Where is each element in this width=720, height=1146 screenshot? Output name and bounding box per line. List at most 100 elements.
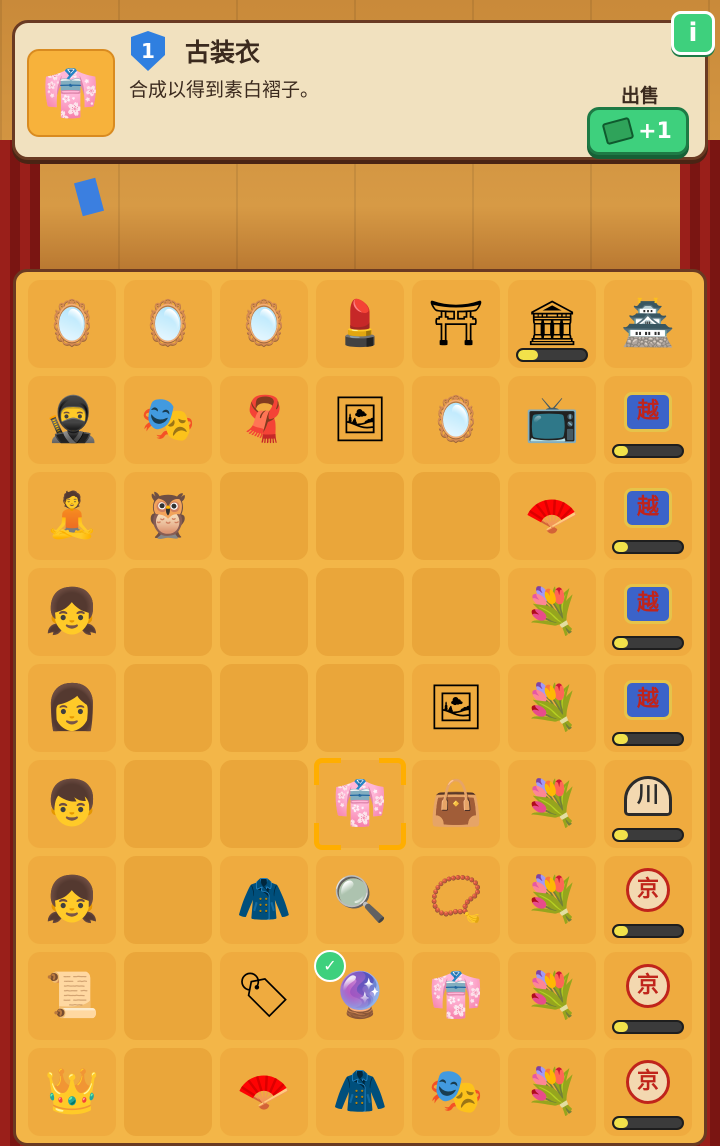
board-cell[interactable]: 🧥 xyxy=(316,1048,404,1136)
empty-board-cell[interactable] xyxy=(124,760,212,848)
board-cell[interactable]: 👘 xyxy=(314,758,406,850)
flower-vanity-mirror-icon: 💐 xyxy=(524,874,580,925)
board-cell[interactable]: 🦉 xyxy=(124,472,212,560)
empty-board-cell[interactable] xyxy=(412,472,500,560)
board-cell[interactable]: 📺 xyxy=(508,376,596,464)
jing-opera-sign-icon: 京 xyxy=(626,868,670,912)
robe-icon: 👘 xyxy=(42,65,100,120)
board-cell[interactable]: 🧥 xyxy=(220,856,308,944)
board-cell[interactable]: 🎭 xyxy=(124,376,212,464)
embroidered-cape-icon: 🧥 xyxy=(332,1066,388,1117)
empty-board-cell[interactable] xyxy=(220,760,308,848)
empty-board-cell[interactable] xyxy=(220,664,308,752)
board-cell[interactable]: 📜 xyxy=(28,952,116,1040)
board-cell[interactable]: 🪞 xyxy=(220,280,308,368)
board-cell[interactable]: 越 xyxy=(604,664,692,752)
progress-fill xyxy=(614,830,628,840)
board-cell[interactable]: 🥷 xyxy=(28,376,116,464)
phoenix-crown-icon: 👑 xyxy=(44,1066,100,1117)
empty-board-cell[interactable] xyxy=(124,952,212,1040)
empty-board-cell[interactable] xyxy=(316,568,404,656)
opera-stage-gate-icon: ⛩ xyxy=(428,298,484,349)
board-cell[interactable]: 越 xyxy=(604,376,692,464)
red-cloth-icon: 🧣 xyxy=(236,394,292,445)
board-cell[interactable]: 🖼 xyxy=(316,376,404,464)
board-cell[interactable]: 京 xyxy=(604,952,692,1040)
board-cell[interactable]: 🧣 xyxy=(220,376,308,464)
opera-mask-poster-icon: 🖼 xyxy=(332,394,388,445)
boy-performer-icon: 👦 xyxy=(44,778,100,829)
board-cell[interactable]: ⛩ xyxy=(412,280,500,368)
board-cell[interactable]: 越 xyxy=(604,472,692,560)
progress-fill xyxy=(518,350,539,360)
board-cell[interactable]: 👧 xyxy=(28,856,116,944)
grand-theater-icon: 🏯 xyxy=(620,298,676,349)
progress-fill xyxy=(614,638,628,648)
board-cell[interactable]: 🖼 xyxy=(412,664,500,752)
hand-mirror-stand-icon: 🪞 xyxy=(428,394,484,445)
board-cell[interactable]: 🧘 xyxy=(28,472,116,560)
production-progress-bar xyxy=(612,636,684,650)
yue-opera-sign-icon: 越 xyxy=(624,584,672,624)
production-progress-bar xyxy=(612,924,684,938)
opera-mask-orb-icon: 🔮 xyxy=(332,970,388,1021)
board-cell[interactable]: 💐 xyxy=(508,760,596,848)
yue-opera-sign-icon: 越 xyxy=(624,680,672,720)
board-cell[interactable]: 越 xyxy=(604,568,692,656)
empty-board-cell[interactable] xyxy=(124,568,212,656)
board-cell[interactable]: 🔍 xyxy=(316,856,404,944)
empty-board-cell[interactable] xyxy=(124,1048,212,1136)
production-progress-bar xyxy=(516,348,588,362)
board-cell[interactable]: 川 xyxy=(604,760,692,848)
empty-board-cell[interactable] xyxy=(124,856,212,944)
sell-button[interactable]: +1 xyxy=(587,107,689,155)
opera-mask-bag-icon: 👜 xyxy=(428,778,484,829)
board-cell[interactable]: 🎭 xyxy=(412,1048,500,1136)
board-cell[interactable]: 👦 xyxy=(28,760,116,848)
board-cell[interactable]: 京 xyxy=(604,856,692,944)
folding-fan-icon: 🪭 xyxy=(524,490,580,541)
board-cell[interactable]: 👘 xyxy=(412,952,500,1040)
board-cell[interactable]: 🏛 xyxy=(508,280,596,368)
board-cell[interactable]: 🔮 ✓ xyxy=(314,950,404,1040)
board-cell[interactable]: 💐 xyxy=(508,952,596,1040)
board-cell[interactable]: 京 xyxy=(604,1048,692,1136)
vanity-cabinet-icon: 🪞 xyxy=(140,298,196,349)
board-cell[interactable]: 💐 xyxy=(508,856,596,944)
board-cell[interactable]: 🪞 xyxy=(28,280,116,368)
board-cell[interactable]: 🏷 xyxy=(220,952,308,1040)
board-cell[interactable]: 🪞 xyxy=(412,376,500,464)
mask-tag-icon: 🏷 xyxy=(236,970,292,1021)
board-cell[interactable]: 📿 xyxy=(412,856,500,944)
progress-fill xyxy=(614,446,628,456)
board-grid: 🪞 🪞 🪞 💄 ⛩ 🏛 🏯 🥷 🎭 🧣 🖼 🪞 📺 越 🧘 🦉 🪭 越 👧 💐 越 👩 🖼 💐 越 👦 👘 👜 💐 川 👧 🧥 🔍 📿 💐 京 📜 🏷 🔮 ✓… xyxy=(28,280,692,1136)
empty-board-cell[interactable] xyxy=(316,472,404,560)
board-cell[interactable]: 👧 xyxy=(28,568,116,656)
production-progress-bar xyxy=(612,732,684,746)
empty-board-cell[interactable] xyxy=(124,664,212,752)
board-cell[interactable]: 👩 xyxy=(28,664,116,752)
board-cell[interactable]: 👜 xyxy=(412,760,500,848)
fan-and-stick-icon: 🪭 xyxy=(236,1066,292,1117)
board-cell[interactable]: 🪭 xyxy=(508,472,596,560)
empty-board-cell[interactable] xyxy=(220,568,308,656)
vanity-cabinet-icon: 🪞 xyxy=(236,298,292,349)
mask-necklace-icon: 📿 xyxy=(428,874,484,925)
board-cell[interactable]: 🪞 xyxy=(124,280,212,368)
board-cell[interactable]: 🪭 xyxy=(220,1048,308,1136)
board-cell[interactable]: 👑 xyxy=(28,1048,116,1136)
board-cell[interactable]: 🏯 xyxy=(604,280,692,368)
board-cell[interactable]: 💐 xyxy=(508,664,596,752)
empty-board-cell[interactable] xyxy=(316,664,404,752)
empty-board-cell[interactable] xyxy=(412,568,500,656)
board-cell[interactable]: 💐 xyxy=(508,1048,596,1136)
flower-vanity-mirror-icon: 💐 xyxy=(524,682,580,733)
selection-corner xyxy=(314,823,341,850)
info-button[interactable]: i xyxy=(671,11,715,55)
board-cell[interactable]: 💄 xyxy=(316,280,404,368)
board-cell[interactable]: 💐 xyxy=(508,568,596,656)
blue-costume-icon: 👘 xyxy=(428,970,484,1021)
production-progress-bar xyxy=(612,1020,684,1034)
merge-board: 🪞 🪞 🪞 💄 ⛩ 🏛 🏯 🥷 🎭 🧣 🖼 🪞 📺 越 🧘 🦉 🪭 越 👧 💐 越 👩 🖼 💐 越 👦 👘 👜 💐 川 👧 🧥 🔍 📿 💐 京 📜 🏷 🔮 ✓… xyxy=(13,269,707,1146)
empty-board-cell[interactable] xyxy=(220,472,308,560)
